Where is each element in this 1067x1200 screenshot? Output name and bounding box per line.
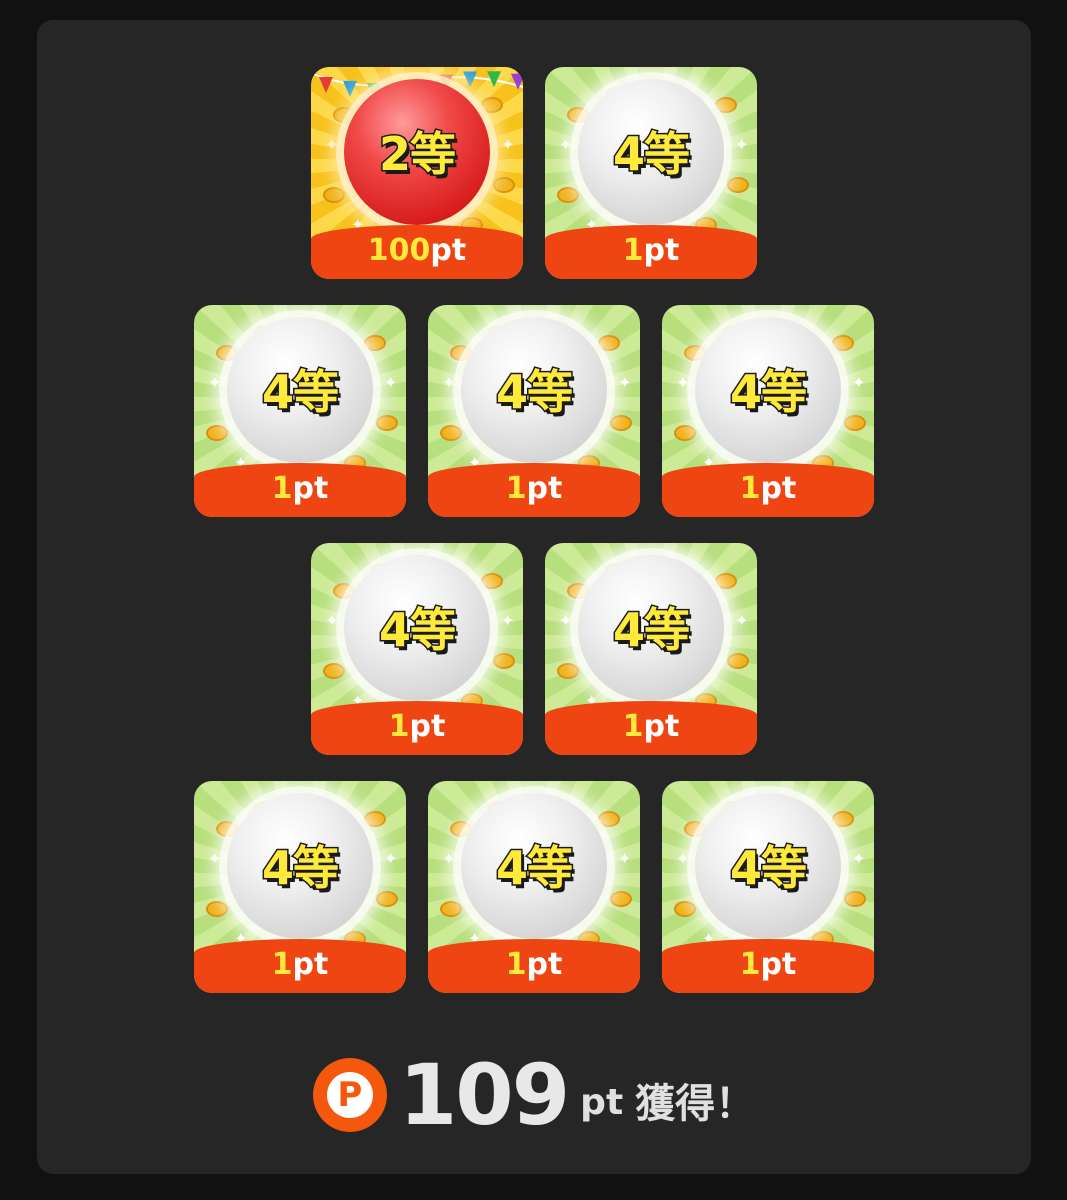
point-coin-icon: P [312,1058,387,1132]
prize-rank: 2等 [377,126,457,183]
prize-points-value: 1 [739,947,761,982]
total-summary: P 109 pt 獲得！ [37,1050,1031,1140]
prize-points-unit: pt [292,947,329,982]
prize-points-unit: pt [409,709,446,744]
total-points-value: 109 [398,1046,570,1144]
prize-points: 1pt [623,233,680,269]
prize-card[interactable]: ✦✦✦✦✦4等1pt [428,781,640,993]
points-band: 1pt [311,701,523,755]
points-band: 1pt [428,939,640,993]
prize-points-unit: pt [526,471,563,506]
prize-points-unit: pt [526,947,563,982]
prize-card[interactable]: ✦✦✦✦✦4等1pt [545,67,757,279]
prize-points: 1pt [740,947,797,983]
prize-rank: 4等 [728,840,808,897]
prize-rank: 4等 [260,364,340,421]
prize-card[interactable]: ✦✦✦✦✦4等1pt [662,305,874,517]
prize-rank: 4等 [494,364,574,421]
prize-points-unit: pt [760,947,797,982]
prize-points: 1pt [623,709,680,745]
points-band: 1pt [545,225,757,279]
coin-icon [557,187,579,203]
prize-card[interactable]: ✦✦✦✦✦4等1pt [194,781,406,993]
result-row: ✦✦✦✦✦4等1pt✦✦✦✦✦4等1pt✦✦✦✦✦4等1pt [37,781,1031,993]
prize-points: 1pt [272,471,329,507]
result-row: ✦✦✦✦✦4等1pt✦✦✦✦✦4等1pt [37,543,1031,755]
prize-points-unit: pt [643,709,680,744]
prize-points-unit: pt [292,471,329,506]
prize-points: 1pt [506,947,563,983]
result-panel: ✦✦✦✦✦2等100pt✦✦✦✦✦4等1pt✦✦✦✦✦4等1pt✦✦✦✦✦4等1… [37,20,1031,1174]
result-row: ✦✦✦✦✦2等100pt✦✦✦✦✦4等1pt [37,67,1031,279]
prize-points-value: 1 [271,471,293,506]
coin-icon [440,425,462,441]
coin-icon [206,425,228,441]
prize-points-value: 1 [388,709,410,744]
prize-points-unit: pt [430,233,467,268]
prize-rank: 4等 [494,840,574,897]
prize-card[interactable]: ✦✦✦✦✦4等1pt [311,543,523,755]
points-band: 1pt [662,463,874,517]
total-points-label: 獲得！ [635,1081,756,1127]
coin-icon [323,187,345,203]
prize-card[interactable]: ✦✦✦✦✦4等1pt [662,781,874,993]
prize-rank: 4等 [260,840,340,897]
coin-icon [206,901,228,917]
coin-icon [557,663,579,679]
prize-points: 1pt [740,471,797,507]
prize-points: 1pt [272,947,329,983]
coin-icon [323,663,345,679]
point-coin-letter: P [326,1072,373,1118]
points-band: 1pt [194,939,406,993]
prize-points: 1pt [506,471,563,507]
prize-points: 1pt [389,709,446,745]
result-row: ✦✦✦✦✦4等1pt✦✦✦✦✦4等1pt✦✦✦✦✦4等1pt [37,305,1031,517]
prize-points-value: 1 [505,947,527,982]
points-band: 1pt [428,463,640,517]
prize-points-value: 1 [622,233,644,268]
prize-points: 100pt [368,233,466,269]
prize-points-value: 1 [505,471,527,506]
prize-card[interactable]: ✦✦✦✦✦4等1pt [545,543,757,755]
prize-points-unit: pt [643,233,680,268]
prize-points-value: 100 [367,233,431,268]
prize-rank: 4等 [611,602,691,659]
points-band: 1pt [194,463,406,517]
prize-points-value: 1 [739,471,761,506]
points-band: 100pt [311,225,523,279]
points-band: 1pt [545,701,757,755]
prize-points-value: 1 [622,709,644,744]
points-band: 1pt [662,939,874,993]
coin-icon [440,901,462,917]
prize-card[interactable]: ✦✦✦✦✦2等100pt [311,67,523,279]
prize-points-unit: pt [760,471,797,506]
prize-card[interactable]: ✦✦✦✦✦4等1pt [428,305,640,517]
coin-icon [674,901,696,917]
total-points-unit: pt [580,1081,624,1123]
prize-rank: 4等 [728,364,808,421]
coin-icon [674,425,696,441]
prize-rank: 4等 [611,126,691,183]
prize-points-value: 1 [271,947,293,982]
prize-rank: 4等 [377,602,457,659]
prize-card[interactable]: ✦✦✦✦✦4等1pt [194,305,406,517]
